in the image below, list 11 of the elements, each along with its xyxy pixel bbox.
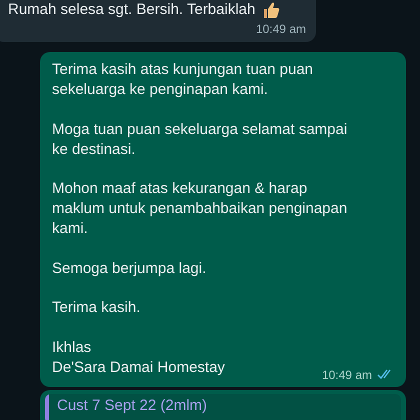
message-time: 10:49 am bbox=[256, 22, 306, 36]
message-text: Rumah selesa sgt. Bersih. Terbaiklah bbox=[8, 0, 256, 20]
message-text: Mohon maaf atas kekurangan & harap maklum untuk penambahbaikan penginapan kami. bbox=[52, 179, 348, 239]
message-text: Semoga berjumpa lagi. bbox=[52, 258, 206, 278]
message-text: Terima kasih. bbox=[52, 298, 140, 318]
message-text: Terima kasih atas kunjungan tuan puan sekeluarga ke penginapan kami. bbox=[52, 60, 314, 100]
message-text: Moga tuan puan sekeluarga selamat sampai ke destinasi. bbox=[52, 120, 348, 160]
quoted-text: Cust 7 Sept 22 (2mlm) bbox=[56, 396, 208, 416]
quoted-message[interactable]: Cust 7 Sept 22 (2mlm) bbox=[45, 394, 401, 420]
message-text: Ikhlas De'Sara Damai Homestay bbox=[52, 338, 225, 378]
message-time: 10:49 am bbox=[322, 368, 372, 382]
